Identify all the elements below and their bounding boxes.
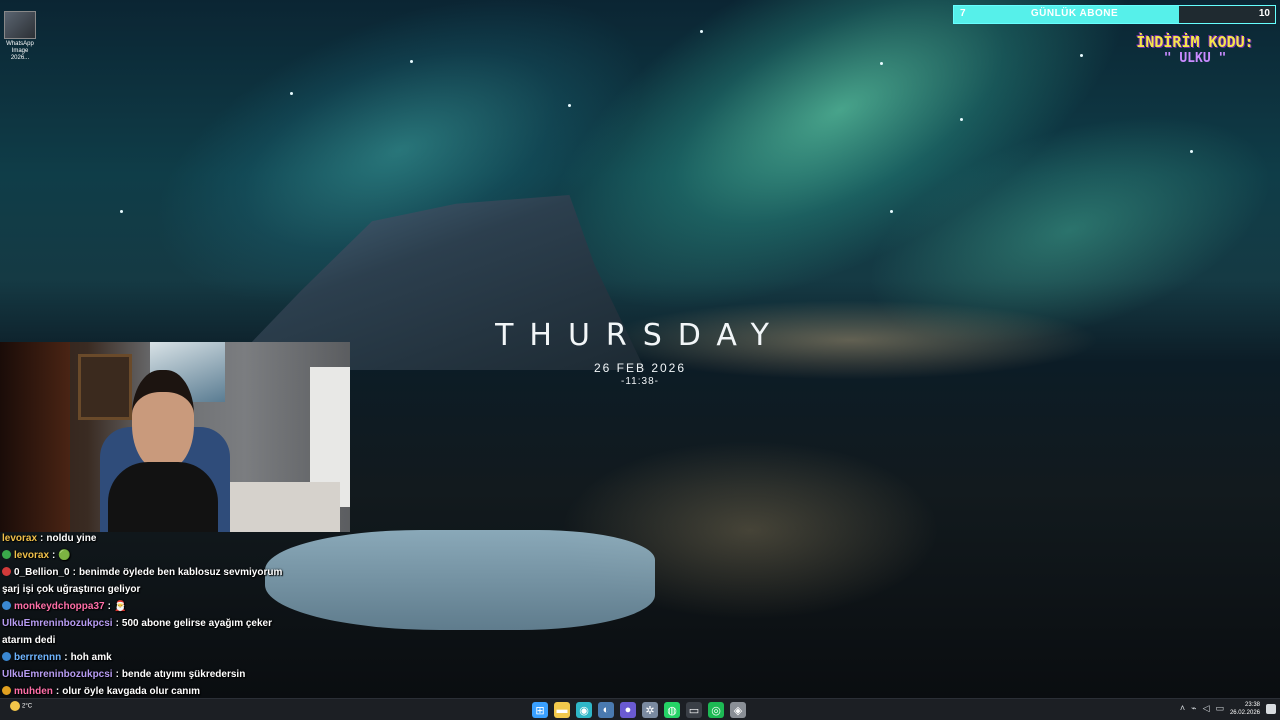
battery-icon[interactable]: ▭	[1215, 703, 1224, 714]
chat-badge-icon	[2, 567, 11, 576]
chat-separator: :	[52, 550, 56, 561]
terminal-icon[interactable]: ▭	[686, 702, 702, 718]
chat-username[interactable]: monkeydchoppa37	[14, 601, 105, 612]
chat-username[interactable]: muhden	[14, 686, 53, 697]
chat-text: olur öyle kavgada olur canım	[62, 686, 201, 697]
chat-badge-icon	[2, 550, 11, 559]
chat-message: levorax: 🟢	[2, 547, 302, 564]
chat-badge-icon	[2, 601, 11, 610]
clock-widget: THURSDAY 26 FEB 2026 -11:38-	[470, 318, 810, 387]
desktop-file-label: WhatsApp Image 2026...	[6, 41, 34, 61]
chat-separator: :	[40, 533, 44, 544]
taskbar: 2°C ⊞ ▬ ◉ ◐ ● ✲ ◍ ▭ ◎ ◈ ˄ ⌁ ◁ ▭ 23:38 26.02.2026	[0, 698, 1280, 720]
taskbar-apps: ⊞ ▬ ◉ ◐ ● ✲ ◍ ▭ ◎ ◈	[532, 702, 746, 718]
promo-title: İNDİRİM KODU:	[1136, 33, 1254, 51]
chat-text: bende atıyımı şükredersin	[121, 669, 246, 680]
chat-username[interactable]: UlkuEmreninbozukpcsi	[2, 669, 113, 680]
chat-text: 🟢	[58, 550, 71, 561]
webcam-desk	[230, 482, 340, 532]
chat-badge-icon	[2, 652, 11, 661]
webcam-curtain	[0, 342, 70, 532]
steam-icon[interactable]: ◐	[598, 702, 614, 718]
chat-username[interactable]: levorax	[2, 533, 37, 544]
media-icon[interactable]: ◈	[730, 702, 746, 718]
streamer	[108, 370, 218, 532]
chat-separator: :	[107, 601, 111, 612]
whatsapp-icon[interactable]: ◍	[664, 702, 680, 718]
system-tray: ˄ ⌁ ◁ ▭	[1180, 703, 1224, 714]
sun-icon	[10, 701, 20, 711]
settings-icon[interactable]: ✲	[642, 702, 658, 718]
spotify-icon[interactable]: ◎	[708, 702, 724, 718]
chat-username[interactable]: levorax	[14, 550, 49, 561]
ice-floe	[265, 530, 655, 630]
chat-text: noldu yine	[46, 533, 97, 544]
obs-icon[interactable]: ●	[620, 702, 636, 718]
chat-text: hoh amk	[70, 652, 112, 663]
chat-message: monkeydchoppa37: 🎅	[2, 598, 302, 615]
taskbar-date: 26.02.2026	[1229, 710, 1260, 716]
chat-username[interactable]: UlkuEmreninbozukpcsi	[2, 618, 113, 629]
chat-separator: :	[55, 686, 60, 697]
chat-separator: :	[64, 652, 68, 663]
subscriber-goal-target: 10	[1258, 8, 1270, 19]
subscriber-goal-label: GÜNLÜK ABONE	[1030, 8, 1119, 19]
clock-time: -11:38-	[621, 376, 659, 387]
chat-message: UlkuEmreninbozukpcsi:500 abone gelirse a…	[2, 615, 302, 649]
chat-username[interactable]: 0_Bellion_0	[14, 567, 70, 578]
taskbar-clock[interactable]: 23:38 26.02.2026	[1230, 701, 1260, 717]
chat-message: berrrennn: hoh amk	[2, 649, 302, 666]
chat-message: levorax: noldu yine	[2, 530, 302, 547]
chat-badge-icon	[2, 686, 11, 695]
taskbar-time: 23:38	[1244, 702, 1260, 708]
chat-message: 0_Bellion_0: benimde öylede ben kablosuz …	[2, 564, 302, 598]
image-file-icon	[4, 11, 36, 39]
chevron-up-icon[interactable]: ˄	[1180, 703, 1185, 714]
webcam-feed	[0, 342, 350, 532]
clock-date: 26 FEB 2026	[593, 361, 687, 375]
streamer-body	[108, 462, 218, 532]
desktop-file-icon[interactable]: WhatsApp Image 2026...	[2, 11, 38, 62]
windows-start-icon[interactable]: ⊞	[532, 702, 548, 718]
weather-widget[interactable]: 2°C	[10, 701, 32, 711]
volume-icon[interactable]: ◁	[1203, 703, 1210, 714]
chat-username[interactable]: berrrennn	[14, 652, 61, 663]
streamer-head	[132, 370, 194, 470]
chat-overlay: levorax: noldu yine levorax: 🟢 0_Bellion_0: b…	[2, 530, 302, 717]
subscriber-goal-bar: 7 GÜNLÜK ABONE 10	[953, 5, 1276, 24]
chat-message: UlkuEmreninbozukpcsi: bende atıyımı şükre…	[2, 666, 302, 683]
chat-separator: :	[115, 669, 119, 680]
chat-separator: :	[72, 567, 76, 578]
edge-icon[interactable]: ◉	[576, 702, 592, 718]
chat-separator: :	[115, 618, 119, 629]
clock-day: THURSDAY	[495, 318, 785, 353]
file-explorer-icon[interactable]: ▬	[554, 702, 570, 718]
notification-icon[interactable]	[1266, 704, 1276, 714]
promo-code: " ULKU "	[1163, 51, 1227, 66]
chat-text: 🎅	[113, 601, 127, 612]
network-icon[interactable]: ⌁	[1191, 703, 1196, 714]
promo-code-overlay: İNDİRİM KODU: " ULKU "	[1120, 33, 1270, 66]
weather-temp: 2°C	[22, 703, 33, 710]
